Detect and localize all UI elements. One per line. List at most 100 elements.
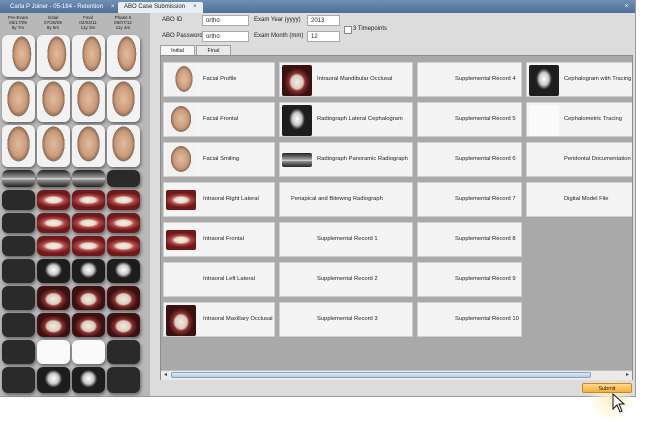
record-card-intraoral-right-lateral[interactable]: Intraoral Right Lateral — [163, 182, 275, 217]
thumbnail-empty[interactable] — [107, 367, 140, 393]
thumbnail-empty[interactable] — [2, 286, 35, 310]
tab-abo-case-submission[interactable]: ABO Case Submission × — [118, 2, 203, 13]
thumbnail-cephalogram[interactable] — [72, 259, 105, 283]
record-card-supplemental-2[interactable]: Supplemental Record 2 — [279, 262, 413, 297]
record-card-facial-profile[interactable]: Facial Profile — [163, 62, 275, 97]
close-tab-icon[interactable]: × — [111, 4, 115, 10]
thumbnail-empty[interactable] — [2, 367, 35, 393]
tab-patient-retention[interactable]: Carla P Joiner - 05-184 - Retention × — [4, 2, 120, 13]
record-card-intraoral-mandibular-occlusal[interactable]: Intraoral Mandibular Occlusal — [279, 62, 413, 97]
thumbnail-empty[interactable] — [2, 236, 35, 256]
record-card-intraoral-left-lateral[interactable]: Intraoral Left Lateral — [163, 262, 275, 297]
thumbnail-facial-frontal[interactable] — [72, 80, 105, 122]
thumbnail-cephalogram[interactable] — [107, 259, 140, 283]
thumbnail-facial-profile[interactable] — [2, 35, 35, 77]
thumbnail-facial-smiling[interactable] — [37, 125, 70, 167]
thumbnail-mandibular-occlusal[interactable] — [72, 313, 105, 337]
timepoint-header-initial: Initial 07/28/09 8y 8m — [36, 15, 70, 30]
record-card-periapical-bitewing[interactable]: Periapical and Bitewing Radiograph — [279, 182, 413, 217]
record-card-panel: Facial Profile Facial Frontal Facial Smi… — [160, 55, 633, 380]
thumbnail-intraoral-frontal[interactable] — [72, 213, 105, 233]
thumbnail-empty[interactable] — [107, 170, 140, 187]
window-close-icon[interactable]: × — [622, 2, 631, 11]
thumbnail-panoramic[interactable] — [72, 170, 105, 187]
abo-id-field[interactable]: ortho — [202, 15, 249, 26]
horizontal-scrollbar[interactable]: ◂ ▸ — [161, 370, 632, 380]
thumbnail-cephalometric-tracing[interactable] — [72, 340, 105, 364]
record-card-intraoral-frontal[interactable]: Intraoral Frontal — [163, 222, 275, 257]
record-card-cephalometric-tracing[interactable]: Cephalometric Tracing — [526, 102, 632, 137]
thumbnail-facial-frontal[interactable] — [107, 80, 140, 122]
thumbnail-intraoral-frontal[interactable] — [107, 213, 140, 233]
thumbnail-cephalogram-tracing[interactable] — [37, 367, 70, 393]
thumbnail-facial-profile[interactable] — [107, 35, 140, 77]
thumbnail-empty[interactable] — [2, 313, 35, 337]
record-card-radiograph-panoramic[interactable]: Radiograph Panoramic Radiograph — [279, 142, 413, 177]
subtab-initial[interactable]: Initial — [160, 45, 195, 55]
record-thumbnail — [529, 65, 559, 96]
thumbnail-empty[interactable] — [2, 213, 35, 233]
record-card-supplemental-10[interactable]: Supplemental Record 10 — [417, 302, 522, 337]
three-timepoints-checkbox[interactable] — [344, 26, 352, 34]
thumbnail-maxillary-occlusal[interactable] — [37, 286, 70, 310]
scroll-left-icon[interactable]: ◂ — [161, 371, 170, 380]
thumbnail-facial-profile[interactable] — [37, 35, 70, 77]
exam-month-field[interactable]: 12 — [307, 31, 340, 42]
record-card-cephalogram-with-tracing[interactable]: Cephalogram with Tracing — [526, 62, 632, 97]
record-card-supplemental-9[interactable]: Supplemental Record 9 — [417, 262, 522, 297]
thumbnail-mandibular-occlusal[interactable] — [37, 313, 70, 337]
record-card-supplemental-8[interactable]: Supplemental Record 8 — [417, 222, 522, 257]
thumbnail-facial-smiling[interactable] — [72, 125, 105, 167]
record-thumbnail — [529, 105, 559, 136]
thumbnail-cephalometric-tracing[interactable] — [37, 340, 70, 364]
record-card-facial-smiling[interactable]: Facial Smiling — [163, 142, 275, 177]
thumbnail-intraoral-frontal[interactable] — [37, 213, 70, 233]
thumbnail-intraoral-left[interactable] — [72, 236, 105, 256]
thumbnail-facial-frontal[interactable] — [2, 80, 35, 122]
submit-button[interactable]: Submit — [582, 383, 632, 393]
record-card-digital-model-file[interactable]: Digital Model File — [526, 182, 632, 217]
record-label: Digital Model File — [564, 196, 609, 202]
subtab-final[interactable]: Final — [196, 45, 231, 55]
record-label: Periapical and Bitewing Radiograph — [291, 196, 383, 202]
thumbnail-intraoral-left[interactable] — [107, 236, 140, 256]
scrollbar-thumb[interactable] — [171, 372, 591, 378]
thumbnail-facial-smiling[interactable] — [2, 125, 35, 167]
abo-password-field[interactable]: ortho — [202, 31, 249, 42]
record-card-radiograph-lateral-cephalogram[interactable]: Radiograph Lateral Cephalogram — [279, 102, 413, 137]
thumbnail-maxillary-occlusal[interactable] — [107, 286, 140, 310]
thumbnail-empty[interactable] — [2, 190, 35, 210]
thumbnail-cephalogram[interactable] — [37, 259, 70, 283]
thumbnail-intraoral-right[interactable] — [107, 190, 140, 210]
thumbnail-facial-profile[interactable] — [72, 35, 105, 77]
record-card-facial-frontal[interactable]: Facial Frontal — [163, 102, 275, 137]
timepoint-header-pre-exam: Pre-Exam 06/17/05 8y 7m — [1, 15, 35, 30]
abo-id-label: ABO ID — [162, 17, 183, 23]
exam-year-field[interactable]: 2013 — [307, 15, 340, 26]
thumbnail-maxillary-occlusal[interactable] — [72, 286, 105, 310]
thumbnail-panoramic[interactable] — [37, 170, 70, 187]
record-card-supplemental-4[interactable]: Supplemental Record 4 — [417, 62, 522, 97]
thumbnail-empty[interactable] — [2, 259, 35, 283]
scroll-right-icon[interactable]: ▸ — [623, 371, 632, 380]
record-card-periodontal-documentation[interactable]: Peridontal Documentation — [526, 142, 632, 177]
record-card-supplemental-7[interactable]: Supplemental Record 7 — [417, 182, 522, 217]
thumbnail-empty[interactable] — [107, 340, 140, 364]
record-card-supplemental-3[interactable]: Supplemental Record 3 — [279, 302, 413, 337]
close-tab-icon[interactable]: × — [193, 4, 197, 10]
thumbnail-intraoral-right[interactable] — [37, 190, 70, 210]
record-card-supplemental-1[interactable]: Supplemental Record 1 — [279, 222, 413, 257]
thumbnail-intraoral-left[interactable] — [37, 236, 70, 256]
thumbnail-empty[interactable] — [2, 340, 35, 364]
record-card-intraoral-maxillary-occlusal[interactable]: Intraoral Maxillary Occlusal — [163, 302, 275, 337]
thumbnail-panoramic[interactable] — [2, 170, 35, 187]
thumbnail-facial-smiling[interactable] — [107, 125, 140, 167]
record-card-supplemental-6[interactable]: Supplemental Record 6 — [417, 142, 522, 177]
thumbnail-facial-frontal[interactable] — [37, 80, 70, 122]
record-card-supplemental-5[interactable]: Supplemental Record 5 — [417, 102, 522, 137]
thumbnail-cephalogram-tracing[interactable] — [72, 367, 105, 393]
record-label: Intraoral Maxillary Occlusal — [203, 316, 273, 322]
thumbnail-mandibular-occlusal[interactable] — [107, 313, 140, 337]
record-label: Supplemental Record 5 — [455, 116, 516, 122]
thumbnail-intraoral-right[interactable] — [72, 190, 105, 210]
